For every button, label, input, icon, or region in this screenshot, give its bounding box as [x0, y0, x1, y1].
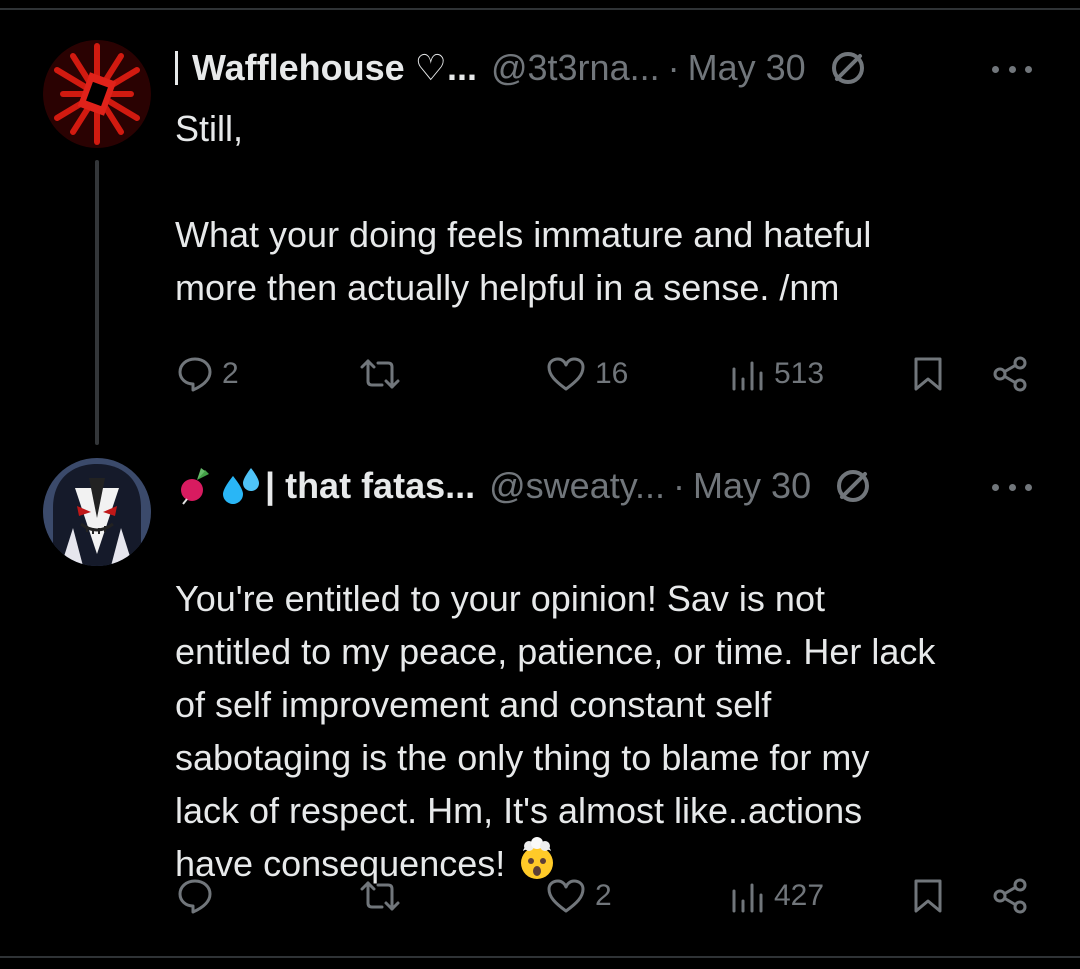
like-button[interactable]: 16 — [545, 355, 628, 393]
share-icon — [993, 878, 1027, 914]
heart-icon — [547, 357, 585, 391]
views-button[interactable]: 427 — [730, 877, 824, 915]
post-header: Wafflehouse ♡... @3t3rna... · May 30 — [175, 43, 868, 93]
like-count: 2 — [595, 879, 612, 912]
top-divider — [0, 8, 1080, 10]
reply-button[interactable] — [176, 877, 222, 915]
repost-icon — [360, 881, 400, 911]
bookmark-icon — [914, 357, 942, 391]
post-text: You're entitled to your opinion! Sav is … — [175, 519, 1055, 895]
post-text: Still, What your doing feels immature an… — [175, 108, 872, 308]
repost-button[interactable] — [358, 355, 410, 393]
share-button[interactable] — [990, 877, 1030, 915]
reply-button[interactable]: 2 — [176, 355, 239, 393]
repost-icon — [360, 359, 400, 389]
repost-button[interactable] — [358, 877, 410, 915]
bookmark-button[interactable] — [912, 877, 944, 915]
share-button[interactable] — [990, 355, 1030, 393]
bar-chart-icon — [732, 883, 763, 913]
heart-icon — [547, 879, 585, 913]
bookmark-icon — [914, 879, 942, 913]
display-name[interactable]: Wafflehouse ♡... — [192, 47, 477, 89]
reply-icon — [178, 879, 212, 914]
radish-emoji-icon — [175, 466, 215, 506]
no-entry-icon — [828, 48, 868, 88]
view-count: 513 — [774, 357, 825, 390]
reply-icon — [178, 357, 212, 392]
view-count: 427 — [774, 879, 825, 912]
bottom-divider — [0, 956, 1080, 958]
display-name[interactable]: | that fatas... — [265, 465, 475, 507]
reply-count: 2 — [222, 357, 239, 390]
like-button[interactable]: 2 — [545, 877, 612, 915]
post-date[interactable]: May 30 — [688, 47, 806, 89]
avatar[interactable] — [43, 458, 151, 566]
post-header: | that fatas... @sweaty... · May 30 — [175, 461, 873, 511]
more-icon[interactable] — [992, 63, 1032, 75]
bookmark-button[interactable] — [912, 355, 944, 393]
separator: · — [673, 465, 686, 506]
name-prefix-bar — [175, 51, 178, 85]
like-count: 16 — [595, 357, 629, 390]
sweat-droplets-emoji-icon — [219, 466, 263, 506]
more-icon[interactable] — [992, 481, 1032, 493]
post-date[interactable]: May 30 — [693, 465, 811, 507]
avatar[interactable] — [43, 40, 151, 148]
share-icon — [993, 356, 1027, 392]
bar-chart-icon — [732, 361, 763, 391]
separator: · — [667, 47, 680, 88]
no-entry-icon — [833, 466, 873, 506]
handle[interactable]: @3t3rna... — [491, 47, 660, 89]
handle[interactable]: @sweaty... — [489, 465, 665, 507]
views-button[interactable]: 513 — [730, 355, 824, 393]
thread-line — [95, 160, 99, 445]
